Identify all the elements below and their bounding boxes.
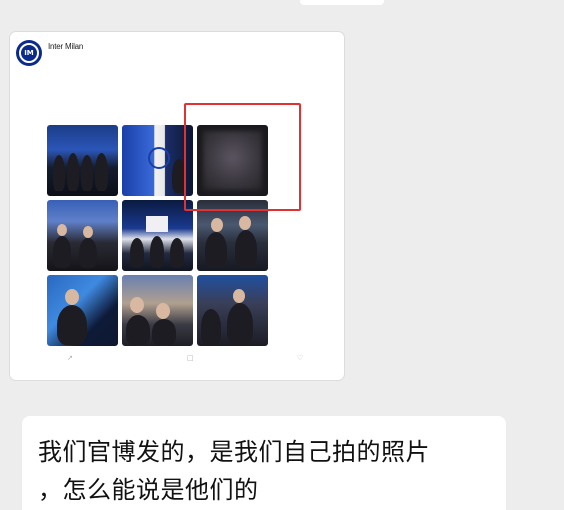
photo-fans-selfie[interactable] bbox=[122, 275, 193, 346]
photo-stage-logo[interactable] bbox=[122, 125, 193, 196]
reply-message-line: 我们官博发的，是我们自己拍的照片 bbox=[38, 438, 430, 466]
comment-icon[interactable]: □ bbox=[187, 354, 194, 362]
photo-team-group[interactable] bbox=[47, 125, 118, 196]
reply-message-line: ，怎么能说是他们的 bbox=[38, 476, 259, 504]
account-avatar[interactable]: IM bbox=[16, 40, 42, 66]
like-icon[interactable]: ♡ bbox=[297, 354, 303, 362]
reply-message-bubble[interactable]: 我们官博发的，是我们自己拍的照片 ，怎么能说是他们的 bbox=[22, 416, 506, 510]
share-icon[interactable]: ↗ bbox=[67, 354, 73, 362]
photo-ceremony[interactable] bbox=[122, 200, 193, 271]
photo-speaker[interactable] bbox=[47, 275, 118, 346]
photo-crowd[interactable] bbox=[47, 200, 118, 271]
previous-message-bubble bbox=[300, 0, 384, 5]
post-actions: ↗ □ ♡ bbox=[47, 354, 317, 366]
club-logo-icon: IM bbox=[19, 43, 39, 63]
post-username[interactable]: Inter Milan bbox=[48, 42, 83, 51]
red-highlight-box bbox=[184, 103, 301, 211]
photo-press-crowd[interactable] bbox=[197, 275, 268, 346]
